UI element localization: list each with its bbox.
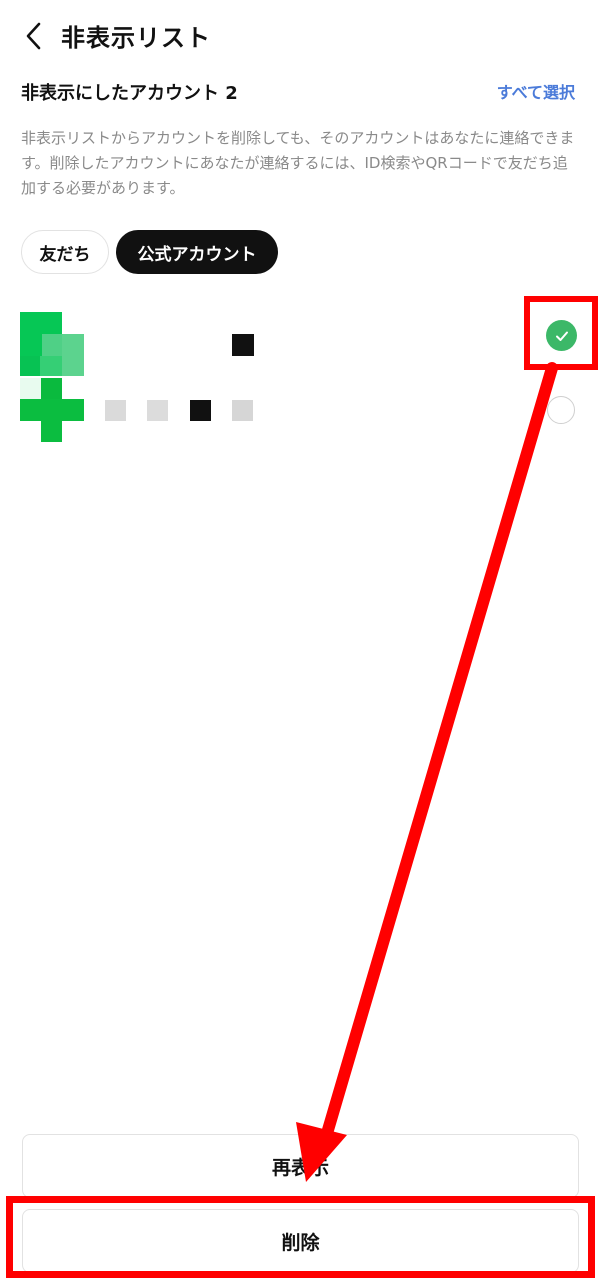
page-title: 非表示リスト: [61, 24, 211, 52]
notice-text: 非表示リストからアカウントを削除しても、そのアカウントはあなたに連絡できます。削…: [21, 129, 575, 197]
hidden-accounts-title: 非表示にしたアカウント 2: [21, 83, 238, 104]
avatar: [20, 312, 84, 376]
tab-friends[interactable]: 友だち: [21, 230, 109, 274]
delete-highlight-box: [6, 1196, 595, 1278]
pixelated-account-name: [232, 334, 254, 356]
avatar: [20, 378, 84, 442]
back-arrow-icon[interactable]: [16, 18, 52, 54]
tab-official-accounts[interactable]: 公式アカウント: [116, 230, 278, 274]
select-all-button[interactable]: すべて選択: [497, 79, 575, 103]
list-item[interactable]: [0, 312, 600, 378]
check-highlight-box: [524, 296, 598, 370]
unselected-check-icon[interactable]: [547, 396, 575, 424]
redisplay-button[interactable]: 再表示: [22, 1134, 579, 1198]
header: 非表示リスト: [0, 0, 600, 72]
list-item[interactable]: [0, 378, 600, 444]
